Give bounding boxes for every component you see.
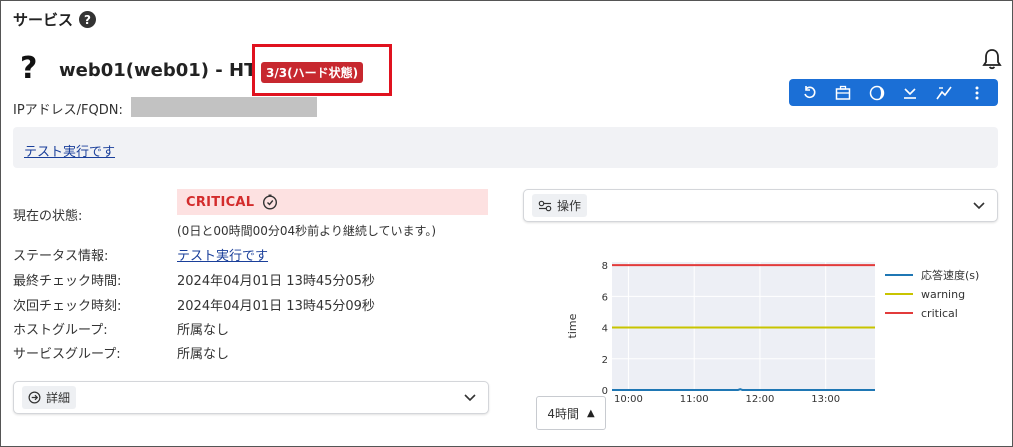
time-range-button[interactable]: 4時間 ▲ — [536, 396, 606, 430]
last-check-label: 最終チェック時間: — [13, 274, 122, 289]
host-group-value: 所属なし — [177, 323, 230, 338]
operation-chip: 操作 — [532, 194, 588, 217]
triangle-up-icon: ▲ — [586, 407, 595, 419]
more-vertical-icon[interactable] — [966, 82, 988, 104]
current-state-bar: CRITICAL — [177, 189, 488, 215]
chevron-down-icon — [973, 201, 985, 209]
y-tick-label: 4 — [602, 324, 608, 335]
status-info-label: ステータス情報: — [13, 249, 109, 264]
host-group-label: ホストグループ: — [13, 323, 108, 338]
graph-icon[interactable] — [933, 82, 955, 104]
plot-area — [612, 262, 875, 390]
detail-chip: 詳細 — [22, 386, 77, 409]
toggle-icon — [538, 200, 552, 211]
last-check-value: 2024年04月01日 13時45分05秒 — [177, 274, 375, 289]
legend-label: critical — [921, 307, 958, 320]
current-state-value: CRITICAL — [186, 194, 255, 210]
help-icon[interactable]: ? — [79, 11, 97, 28]
x-tick-label: 11:00 — [680, 394, 709, 405]
state-duration: (0日と00時間00分04秒前より継続しています。) — [177, 224, 437, 238]
hard-state-badge: 3/3(ハード状態) — [261, 62, 364, 83]
status-info-link[interactable]: テスト実行です — [177, 249, 268, 264]
y-tick-label: 6 — [602, 292, 608, 303]
ip-label: IPアドレス/FQDN: — [13, 103, 123, 118]
moon-icon[interactable] — [866, 82, 888, 104]
arrow-circle-icon — [28, 391, 41, 404]
response-time-chart: 0246810:00 11:00 12:00 13:00time応答速度(s)warn… — [566, 261, 979, 405]
page-header: サービス ? — [13, 9, 97, 30]
status-info-value: テスト実行です — [177, 245, 268, 264]
legend-label: 応答速度(s) — [921, 268, 979, 282]
next-check-value: 2024年04月01日 13時45分09秒 — [177, 299, 375, 314]
detail-collapse[interactable]: 詳細 — [13, 381, 489, 414]
operation-label: 操作 — [557, 199, 582, 213]
download-icon[interactable] — [899, 82, 921, 104]
clock-icon — [263, 194, 278, 210]
page-title: サービス — [13, 11, 74, 29]
service-group-value: 所属なし — [177, 347, 230, 362]
plugin-output-link[interactable]: テスト実行です — [24, 141, 115, 160]
time-range-label: 4時間 — [547, 406, 579, 421]
operation-collapse[interactable]: 操作 — [523, 189, 998, 222]
y-axis-label: time — [566, 313, 579, 338]
series-line — [612, 388, 875, 391]
x-tick-label: 10:00 — [614, 394, 643, 405]
undo-icon[interactable] — [799, 82, 821, 104]
y-tick-label: 2 — [602, 355, 608, 366]
action-toolbar — [789, 79, 998, 106]
legend-label: warning — [921, 288, 965, 301]
next-check-label: 次回チェック時刻: — [13, 299, 122, 314]
x-tick-label: 13:00 — [811, 394, 840, 405]
plugin-output-panel: テスト実行です — [13, 127, 998, 168]
y-tick-label: 8 — [602, 261, 608, 272]
status-unknown-icon: ? — [20, 51, 38, 86]
detail-label: 詳細 — [46, 391, 71, 405]
briefcase-icon[interactable] — [832, 82, 854, 104]
bell-icon[interactable] — [982, 48, 1002, 70]
chevron-down-icon — [464, 393, 476, 401]
service-name: web01(web01) - HTTP — [59, 60, 283, 81]
ip-value-redacted — [131, 97, 317, 117]
current-state-label: 現在の状態: — [13, 209, 83, 224]
service-group-label: サービスグループ: — [13, 347, 121, 362]
x-tick-label: 12:00 — [746, 394, 775, 405]
